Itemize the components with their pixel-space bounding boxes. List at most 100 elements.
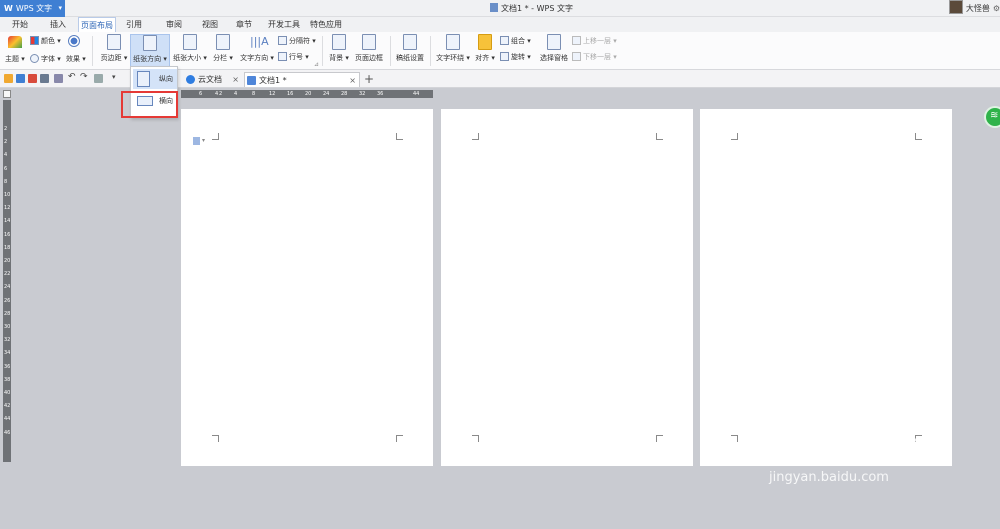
ruler-tick-label: 14: [4, 218, 11, 225]
user-area[interactable]: 大怪兽 ⚙: [948, 0, 1000, 17]
rotate-icon: [500, 52, 509, 61]
ruler-tick-label: 28: [4, 310, 11, 317]
tab-home[interactable]: 开始: [2, 17, 38, 32]
rotate-button[interactable]: 旋转 ▾: [500, 52, 531, 62]
portrait-page-icon: [137, 71, 150, 87]
effect-button[interactable]: 效果 ▾: [66, 54, 86, 64]
redo-icon[interactable]: ↷: [80, 72, 89, 82]
bring-forward-button[interactable]: 上移一层 ▾: [572, 36, 617, 46]
title-bar: W WPS 文字 ▾ 文档1 * - WPS 文字 大怪兽 ⚙: [0, 0, 1000, 17]
ruler-tick-label: 12: [4, 205, 11, 212]
close-icon[interactable]: ×: [349, 73, 356, 88]
ruler-tick-label: 20: [4, 258, 11, 264]
horizontal-ruler[interactable]: 6 4 2 4 8 12 16 20 24 28 32 36 44: [181, 90, 433, 98]
ruler-tick-label: 6: [199, 91, 203, 97]
breaks-button[interactable]: 分隔符 ▾: [278, 36, 316, 46]
group-button[interactable]: 组合 ▾: [500, 36, 531, 46]
floating-assistant-button[interactable]: ≋: [984, 106, 1000, 128]
margins-button[interactable]: 页边距 ▾: [98, 34, 130, 63]
tab-chapter[interactable]: 章节: [228, 17, 260, 32]
username[interactable]: 大怪兽: [966, 4, 990, 13]
line-numbers-icon: [278, 52, 287, 61]
print-icon[interactable]: [40, 74, 49, 83]
tab-review[interactable]: 审阅: [158, 17, 190, 32]
gear-icon[interactable]: ⚙: [993, 4, 1000, 13]
draft-settings-button[interactable]: 稿纸设置: [394, 34, 426, 63]
text-wrap-button[interactable]: 文字环绕 ▾: [434, 34, 472, 63]
open-folder-icon[interactable]: [4, 74, 13, 83]
avatar[interactable]: [948, 0, 963, 14]
page-2[interactable]: [441, 109, 693, 466]
ruler-tick-label: 38: [4, 376, 11, 383]
margin-mark: [472, 133, 479, 140]
columns-button[interactable]: 分栏 ▾: [210, 34, 236, 63]
margin-mark: [656, 435, 663, 442]
align-button[interactable]: 对齐 ▾: [474, 34, 496, 63]
save-icon[interactable]: [16, 74, 25, 83]
paragraph-icon[interactable]: [193, 137, 200, 145]
ruler-corner[interactable]: [3, 90, 11, 98]
tab-special[interactable]: 特色应用: [306, 17, 346, 32]
ruler-tick-label: 32: [359, 91, 366, 97]
margin-mark: [396, 435, 403, 442]
app-name: WPS 文字: [15, 4, 53, 13]
ruler-tick-label: 4: [4, 152, 8, 159]
ruler-tick-label: 24: [323, 91, 330, 97]
ruler-tick-label: 16: [4, 231, 11, 238]
undo-icon[interactable]: ↶: [68, 72, 77, 82]
page-3[interactable]: [700, 109, 952, 466]
page-borders-icon: [362, 34, 376, 50]
tab-view[interactable]: 视图: [194, 17, 226, 32]
ruler-tick-label: 2: [4, 139, 8, 146]
document-icon: [247, 76, 256, 85]
new-tab-button[interactable]: +: [364, 71, 374, 87]
orientation-button[interactable]: 纸张方向 ▾: [130, 34, 170, 68]
ribbon: 主题 ▾ 颜色 ▾ 字体 ▾ 效果 ▾ 页边距 ▾ 纸张方向 ▾ 纸张大小 ▾ …: [0, 32, 1000, 70]
close-icon[interactable]: ×: [232, 72, 239, 87]
highlight-box: [121, 91, 178, 118]
tab-insert[interactable]: 插入: [40, 17, 76, 32]
customize-chevron-down-icon[interactable]: ▾: [112, 73, 121, 82]
doc-tab-document1[interactable]: 文档1 * ×: [244, 72, 360, 87]
tab-page-layout[interactable]: 页面布局: [78, 17, 116, 32]
columns-icon: [216, 34, 230, 50]
ruler-tick-label: 32: [4, 337, 11, 344]
theme-icon[interactable]: [8, 36, 22, 50]
send-backward-icon: [572, 52, 581, 61]
ribbon-separator: [322, 36, 323, 66]
color-button[interactable]: 颜色 ▾: [30, 36, 61, 46]
ruler-tick-label: 40: [4, 390, 11, 396]
app-menu-button[interactable]: W WPS 文字 ▾: [0, 0, 65, 17]
selection-pane-button[interactable]: 选择窗格: [538, 34, 570, 63]
send-backward-button[interactable]: 下移一层 ▾: [572, 52, 617, 62]
theme-button[interactable]: 主题 ▾: [5, 54, 25, 64]
ruler-tick-label: 2: [4, 126, 8, 132]
export-pdf-icon[interactable]: [28, 74, 37, 83]
ruler-tick-label: 2: [219, 91, 223, 97]
wifi-icon: ≋: [990, 110, 999, 121]
margin-mark: [212, 435, 219, 442]
page-borders-button[interactable]: 页面边框: [352, 34, 386, 63]
line-numbers-button[interactable]: 行号 ▾: [278, 52, 309, 62]
page-setup-launcher-icon[interactable]: ⊿: [314, 61, 319, 68]
tab-references[interactable]: 引用: [118, 17, 150, 32]
paper-size-button[interactable]: 纸张大小 ▾: [172, 34, 208, 63]
print-preview-icon[interactable]: [54, 74, 63, 83]
ruler-tick-label: 28: [341, 91, 348, 97]
effect-icon[interactable]: [68, 35, 80, 49]
font-button[interactable]: 字体 ▾: [30, 54, 61, 64]
paper-size-icon: [183, 34, 197, 50]
page-1[interactable]: ▾: [181, 109, 433, 466]
tab-developer[interactable]: 开发工具: [264, 17, 304, 32]
background-button[interactable]: 背景 ▾: [326, 34, 352, 63]
ruler-tick-label: 8: [252, 91, 256, 97]
breaks-icon: [278, 36, 287, 45]
doc-tab-cloud[interactable]: 云文档 ×: [184, 72, 242, 87]
chevron-down-icon[interactable]: ▾: [202, 137, 205, 144]
vertical-ruler[interactable]: 2 2 4 6 8 10 12 14 16 18 20 22 24 26 28 30 32 34 36 38 40 42 4…: [3, 100, 11, 462]
margins-icon: [107, 34, 121, 50]
format-painter-icon[interactable]: [94, 74, 103, 83]
text-direction-button[interactable]: |||A 文字方向 ▾: [238, 34, 276, 63]
margin-mark: [472, 435, 479, 442]
orientation-portrait-item[interactable]: 纵向: [133, 69, 177, 89]
